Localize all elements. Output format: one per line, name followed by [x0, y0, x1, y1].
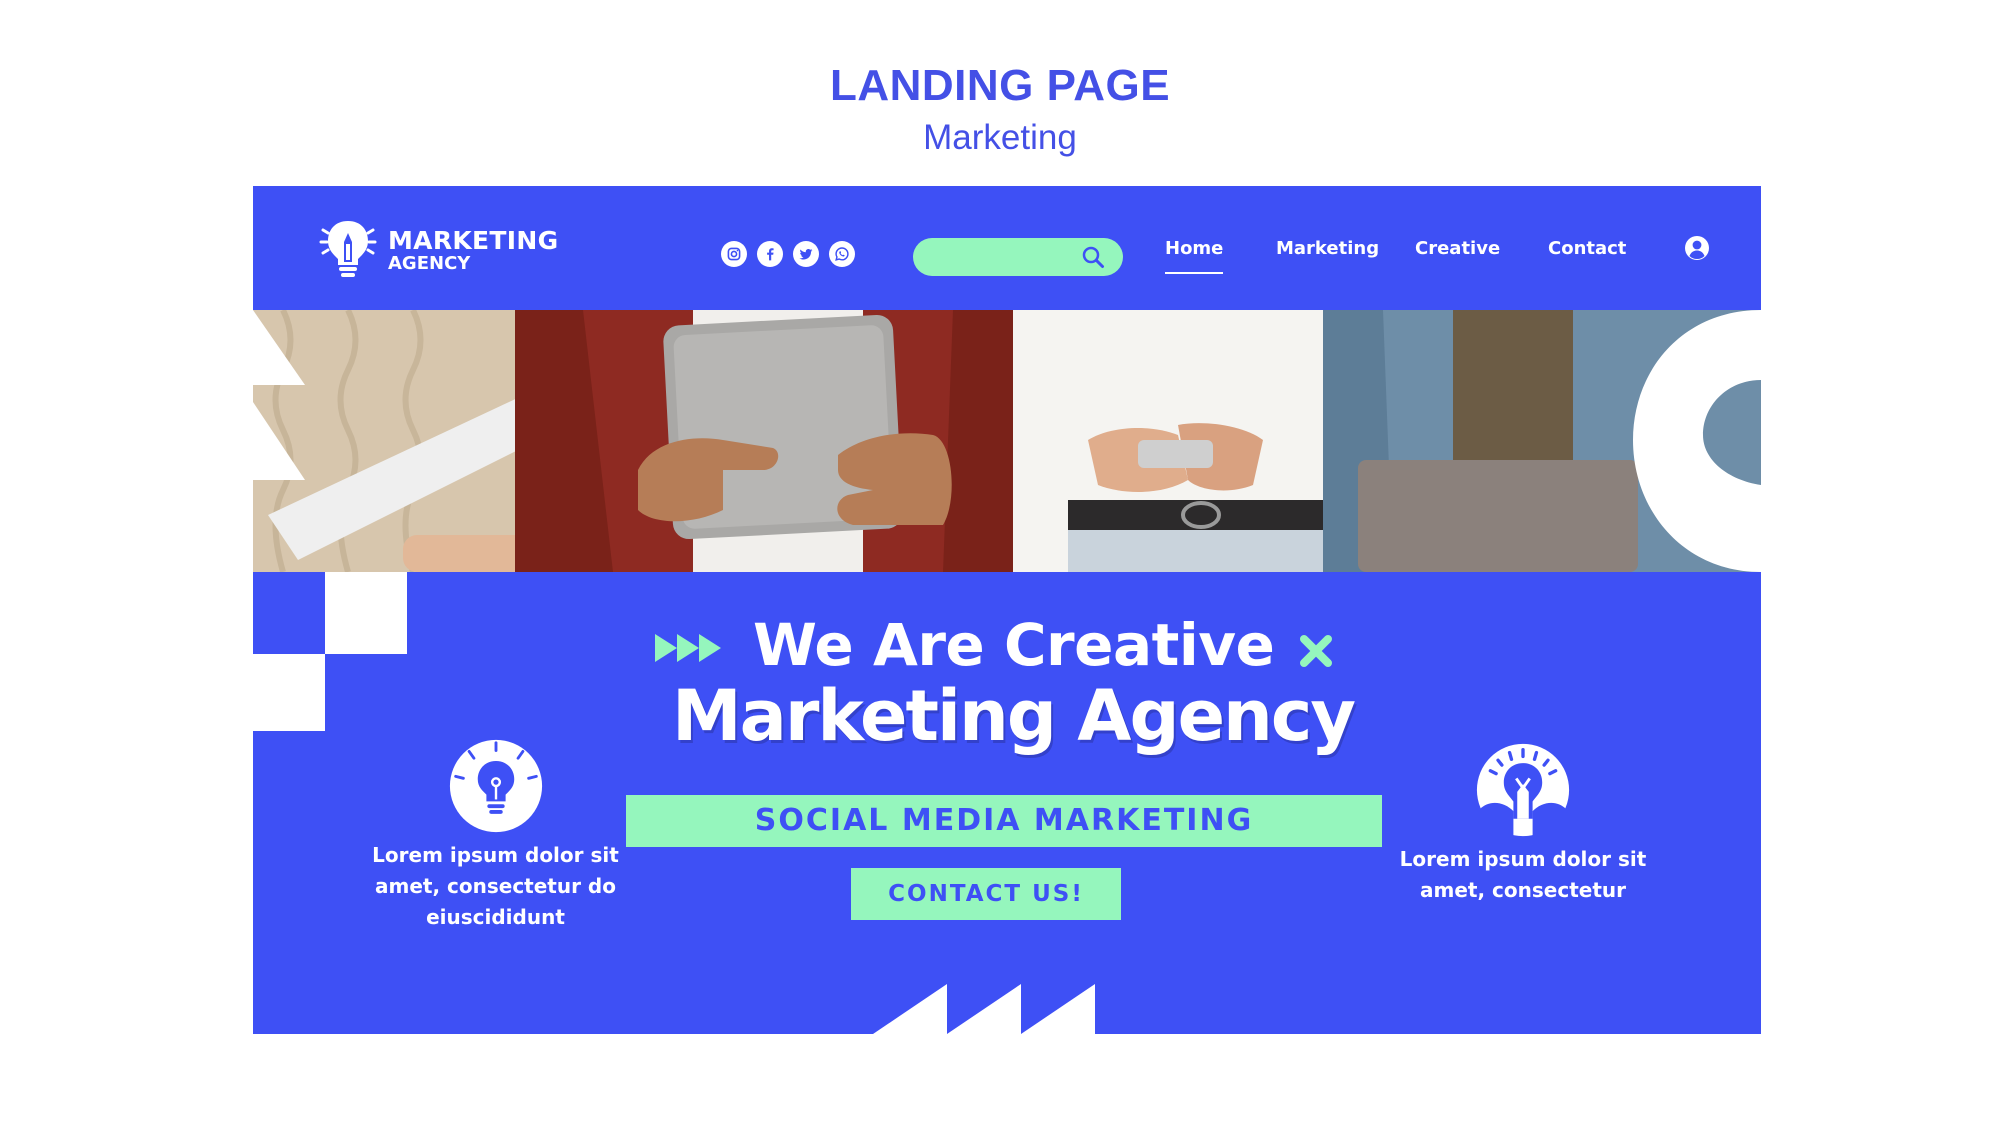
- page-header: LANDING PAGE Marketing: [0, 56, 2000, 160]
- nav-link-creative[interactable]: Creative: [1415, 236, 1500, 262]
- decor-sawtooth: [873, 984, 1095, 1034]
- headline-line1: We Are Creative: [753, 611, 1275, 679]
- whatsapp-icon[interactable]: [829, 241, 855, 267]
- page-subtitle: Marketing: [923, 118, 1077, 157]
- decor-squares: [253, 572, 407, 731]
- twitter-icon[interactable]: [793, 241, 819, 267]
- hero-photo: [253, 310, 1761, 572]
- feature-right-text: Lorem ipsum dolor sit amet, consectetur: [1399, 847, 1647, 902]
- search-bar[interactable]: [913, 238, 1123, 276]
- lightbulb-pencil-icon: [319, 221, 377, 277]
- fast-forward-icon: [655, 634, 721, 662]
- landing-mockup: MARKETING AGENCY Home Marketing Creative…: [253, 186, 1761, 1034]
- close-icon: [1300, 635, 1332, 667]
- social-media-banner: SOCIAL MEDIA MARKETING: [626, 795, 1382, 847]
- search-icon[interactable]: [1081, 245, 1105, 269]
- nav-link-home[interactable]: Home: [1165, 236, 1224, 274]
- logo[interactable]: MARKETING AGENCY: [319, 218, 559, 280]
- feature-left-text: Lorem ipsum dolor sit amet, consectetur …: [372, 843, 619, 929]
- hero-main: We Are Creative Marketing Agency SOCIAL …: [253, 572, 1761, 1034]
- instagram-icon[interactable]: [721, 241, 747, 267]
- lightbulb-icon: [449, 739, 542, 833]
- feature-right: Lorem ipsum dolor sit amet, consectetur: [1378, 742, 1668, 906]
- social-links: [721, 241, 855, 269]
- facebook-icon[interactable]: [757, 241, 783, 267]
- navbar: MARKETING AGENCY Home Marketing Creative…: [253, 186, 1761, 310]
- page-title: LANDING PAGE: [829, 61, 1171, 110]
- nav-link-marketing[interactable]: Marketing: [1276, 236, 1379, 262]
- headline-line2: Marketing Agency: [671, 675, 1356, 757]
- user-icon[interactable]: [1683, 234, 1711, 262]
- search-input[interactable]: [931, 248, 1085, 266]
- feature-left: Lorem ipsum dolor sit amet, consectetur …: [353, 738, 638, 933]
- lightbulb-pencil-icon: [1476, 743, 1570, 837]
- logo-text-agency: AGENCY: [388, 253, 471, 274]
- logo-text-marketing: MARKETING: [388, 226, 559, 255]
- contact-us-button[interactable]: CONTACT US!: [851, 868, 1121, 920]
- nav-link-contact[interactable]: Contact: [1548, 236, 1626, 262]
